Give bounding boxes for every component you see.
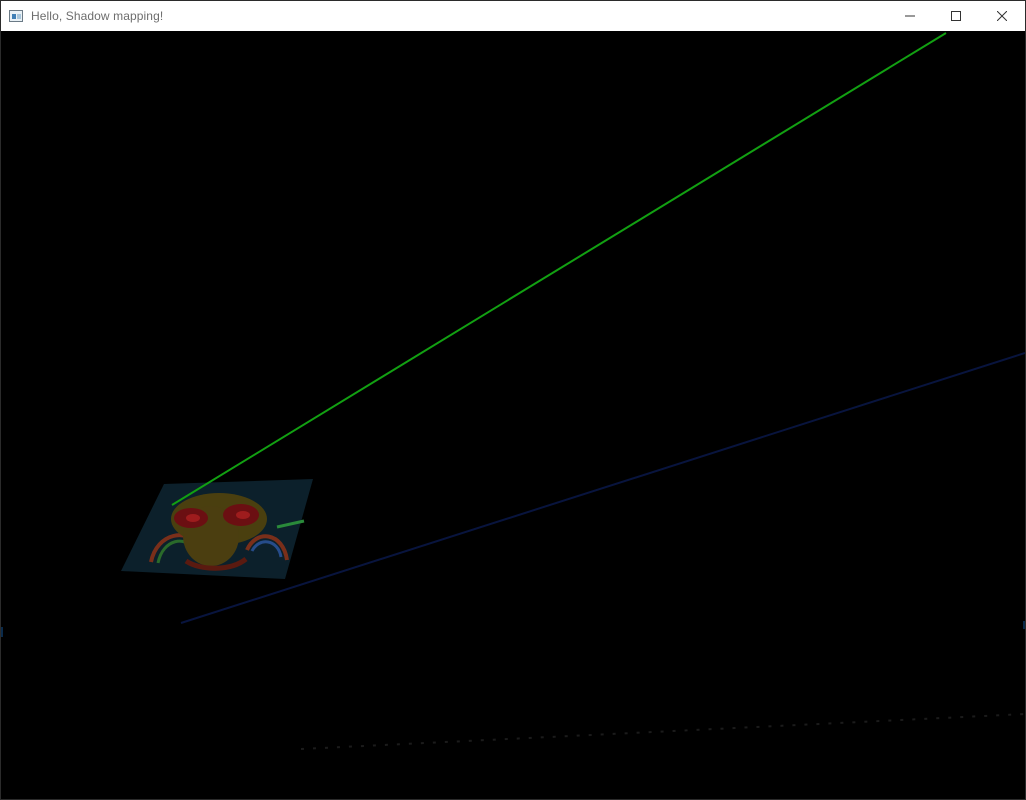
- right-edge-marker: [1023, 621, 1025, 629]
- render-viewport[interactable]: [1, 31, 1025, 799]
- app-window-icon: [9, 10, 23, 22]
- close-icon: [997, 11, 1007, 21]
- maximize-button[interactable]: [933, 1, 979, 31]
- textured-quad: [121, 479, 313, 579]
- window-title: Hello, Shadow mapping!: [31, 9, 164, 23]
- window-controls: [887, 1, 1025, 31]
- maximize-icon: [951, 11, 961, 21]
- floor-edge-dots: [300, 713, 1025, 750]
- minimize-icon: [905, 15, 915, 17]
- close-button[interactable]: [979, 1, 1025, 31]
- minimize-button[interactable]: [887, 1, 933, 31]
- title-bar[interactable]: Hello, Shadow mapping!: [1, 1, 1025, 31]
- app-window: Hello, Shadow mapping!: [0, 0, 1026, 800]
- scene-canvas: [121, 32, 1025, 750]
- light-ray-line: [171, 32, 947, 506]
- left-edge-marker: [1, 627, 3, 637]
